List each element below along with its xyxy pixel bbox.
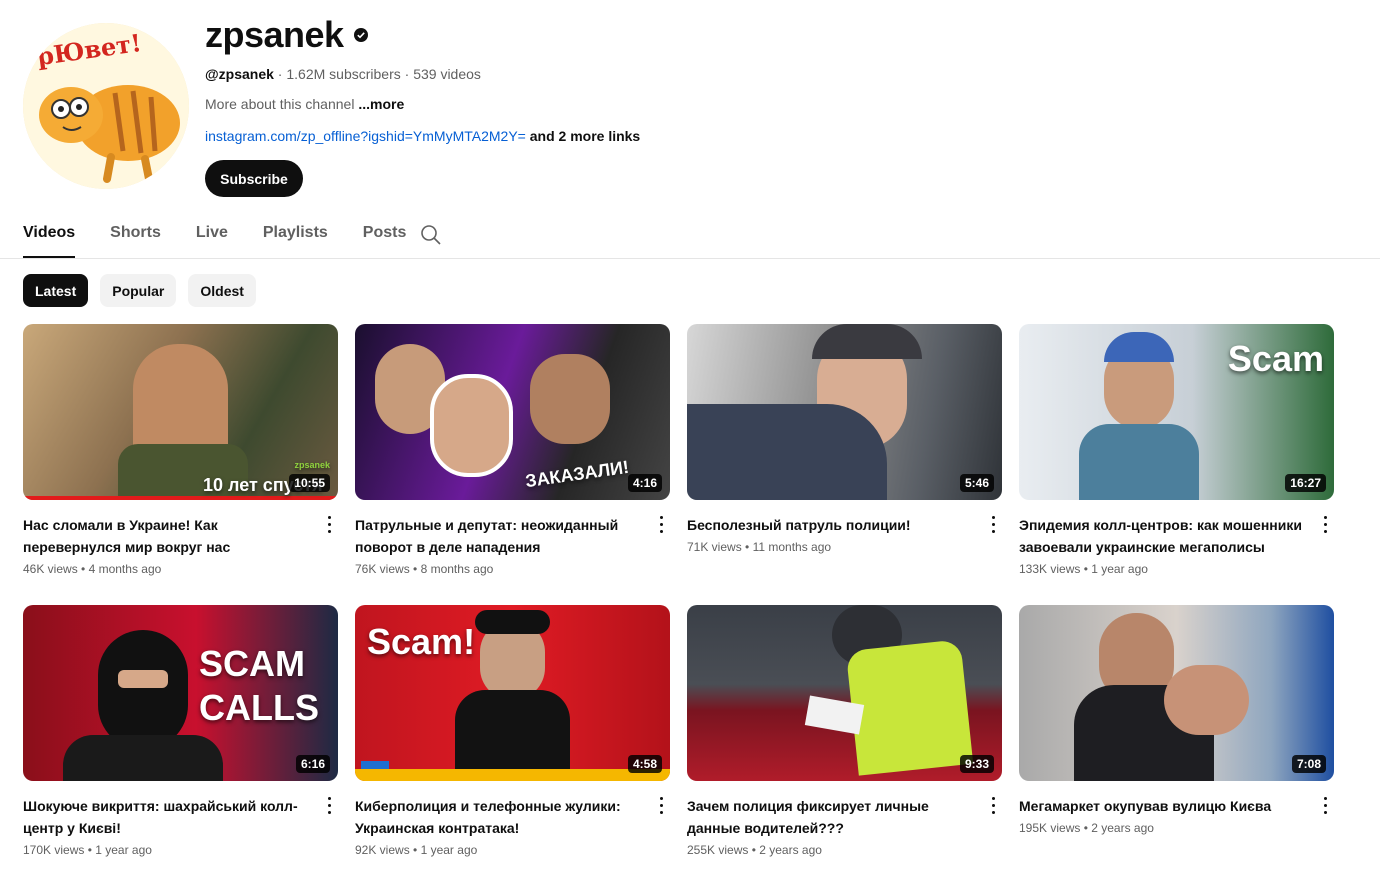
video-title[interactable]: Зачем полиция фиксирует личные данные во… xyxy=(687,795,975,839)
view-count: 195K views xyxy=(1019,821,1081,835)
chip-latest[interactable]: Latest xyxy=(23,274,89,307)
video-grid: 10 лет спустя zpsanek 10:55 Нас сломали … xyxy=(23,324,1336,857)
more-options-icon[interactable] xyxy=(658,516,664,534)
video-title[interactable]: Патрульные и депутат: неожиданный поворо… xyxy=(355,514,643,558)
subscribe-button[interactable]: Subscribe xyxy=(205,160,303,197)
video-info: 133K views • 1 year ago xyxy=(1019,562,1148,576)
tab-playlists[interactable]: Playlists xyxy=(263,218,328,258)
video-title[interactable]: Киберполиция и телефонные жулики: Украин… xyxy=(355,795,643,839)
video-info: 92K views • 1 year ago xyxy=(355,843,478,857)
chip-popular[interactable]: Popular xyxy=(100,274,177,307)
video-title[interactable]: Эпидемия колл-центров: как мошенники зав… xyxy=(1019,514,1307,558)
thumbnail-badge: zpsanek xyxy=(294,460,330,470)
video-title[interactable]: Шокуюче викриття: шахрайський колл-центр… xyxy=(23,795,311,839)
video-thumbnail[interactable]: 9:33 xyxy=(687,605,1002,781)
search-icon[interactable] xyxy=(420,224,442,246)
instagram-link[interactable]: instagram.com/zp_offline?igshid=YmMyMTA2… xyxy=(205,128,526,144)
tab-videos[interactable]: Videos xyxy=(23,218,76,258)
channel-links: instagram.com/zp_offline?igshid=YmMyMTA2… xyxy=(205,128,640,144)
channel-tabs: Videos Shorts Live Playlists Posts xyxy=(23,218,441,258)
video-card[interactable]: SCAM CALLS 6:16 Шокуюче викриття: шахрай… xyxy=(23,605,338,857)
upload-age: 1 year ago xyxy=(95,843,152,857)
video-info: 46K views • 4 months ago xyxy=(23,562,162,576)
view-count: 170K views xyxy=(23,843,85,857)
view-count: 92K views xyxy=(355,843,410,857)
video-duration: 4:16 xyxy=(627,474,662,492)
video-duration: 9:33 xyxy=(959,755,994,773)
more-links[interactable]: and 2 more links xyxy=(530,128,640,144)
thumbnail-overlay: Scam xyxy=(1227,338,1324,379)
tab-shorts[interactable]: Shorts xyxy=(110,218,161,258)
video-info: 76K views • 8 months ago xyxy=(355,562,494,576)
tab-posts[interactable]: Posts xyxy=(363,218,407,258)
video-title[interactable]: Бесполезный патруль полиции! xyxy=(687,514,975,536)
upload-age: 4 months ago xyxy=(88,562,162,576)
thumbnail-overlay-2: CALLS xyxy=(199,687,319,728)
video-card[interactable]: ЗАКАЗАЛИ! 4:16 Патрульные и депутат: нео… xyxy=(355,324,670,576)
video-thumbnail[interactable]: 10 лет спустя zpsanek 10:55 xyxy=(23,324,338,500)
video-info: 71K views • 11 months ago xyxy=(687,540,832,554)
more-options-icon[interactable] xyxy=(990,516,996,534)
video-duration: 5:46 xyxy=(959,474,994,492)
more-options-icon[interactable] xyxy=(658,797,664,815)
view-count: 71K views xyxy=(687,540,742,554)
upload-age: 2 years ago xyxy=(1091,821,1154,835)
view-count: 46K views xyxy=(23,562,78,576)
video-card[interactable]: 10 лет спустя zpsanek 10:55 Нас сломали … xyxy=(23,324,338,576)
video-thumbnail[interactable]: SCAM CALLS 6:16 xyxy=(23,605,338,781)
channel-name: zpsanek xyxy=(205,14,344,55)
video-duration: 16:27 xyxy=(1285,474,1326,492)
upload-age: 11 months ago xyxy=(752,540,832,554)
video-card[interactable]: 7:08 Мегамаркет окупував вулицю Києва 19… xyxy=(1019,605,1334,857)
channel-handle: @zpsanek xyxy=(205,66,274,82)
video-thumbnail[interactable]: 7:08 xyxy=(1019,605,1334,781)
video-info: 255K views • 2 years ago xyxy=(687,843,822,857)
more-options-icon[interactable] xyxy=(326,516,332,534)
thumbnail-overlay: SCAM xyxy=(199,643,305,684)
video-card[interactable]: 5:46 Бесполезный патруль полиции! 71K vi… xyxy=(687,324,1002,576)
video-card[interactable]: Scam! 4:58 Киберполиция и телефонные жул… xyxy=(355,605,670,857)
chip-oldest[interactable]: Oldest xyxy=(188,274,256,307)
about-text: More about this channel xyxy=(205,96,355,112)
view-count: 76K views xyxy=(355,562,410,576)
video-card[interactable]: 9:33 Зачем полиция фиксирует личные данн… xyxy=(687,605,1002,857)
video-duration: 7:08 xyxy=(1291,755,1326,773)
verified-badge-icon xyxy=(353,28,368,42)
channel-about[interactable]: More about this channel ...more xyxy=(205,96,404,112)
video-duration: 10:55 xyxy=(289,474,330,492)
video-count: 539 videos xyxy=(413,66,481,82)
sort-chips: Latest Popular Oldest xyxy=(23,274,256,307)
tab-live[interactable]: Live xyxy=(196,218,228,258)
video-info: 170K views • 1 year ago xyxy=(23,843,152,857)
more-options-icon[interactable] xyxy=(1322,516,1328,534)
video-title[interactable]: Нас сломали в Украине! Как перевернулся … xyxy=(23,514,311,558)
thumbnail-overlay: ЗАКАЗАЛИ! xyxy=(524,456,631,492)
video-info: 195K views • 2 years ago xyxy=(1019,821,1154,835)
video-duration: 6:16 xyxy=(295,755,330,773)
video-card[interactable]: Scam 16:27 Эпидемия колл-центров: как мо… xyxy=(1019,324,1334,576)
about-more-link[interactable]: ...more xyxy=(358,96,404,112)
channel-meta: @zpsanek · 1.62M subscribers · 539 video… xyxy=(205,66,481,82)
channel-avatar[interactable]: рЮвет! xyxy=(23,23,189,189)
video-thumbnail[interactable]: Scam! 4:58 xyxy=(355,605,670,781)
cat-avatar-image: рЮвет! xyxy=(23,23,189,189)
thumbnail-overlay: Scam! xyxy=(367,621,476,662)
view-count: 255K views xyxy=(687,843,749,857)
upload-age: 8 months ago xyxy=(420,562,494,576)
upload-age: 1 year ago xyxy=(1091,562,1148,576)
view-count: 133K views xyxy=(1019,562,1081,576)
more-options-icon[interactable] xyxy=(326,797,332,815)
video-duration: 4:58 xyxy=(627,755,662,773)
video-thumbnail[interactable]: ЗАКАЗАЛИ! 4:16 xyxy=(355,324,670,500)
more-options-icon[interactable] xyxy=(990,797,996,815)
video-thumbnail[interactable]: Scam 16:27 xyxy=(1019,324,1334,500)
more-options-icon[interactable] xyxy=(1322,797,1328,815)
upload-age: 1 year ago xyxy=(420,843,478,857)
upload-age: 2 years ago xyxy=(759,843,822,857)
video-thumbnail[interactable]: 5:46 xyxy=(687,324,1002,500)
video-title[interactable]: Мегамаркет окупував вулицю Києва xyxy=(1019,795,1307,817)
subscriber-count: 1.62M subscribers xyxy=(286,66,401,82)
tabs-divider xyxy=(0,258,1380,259)
